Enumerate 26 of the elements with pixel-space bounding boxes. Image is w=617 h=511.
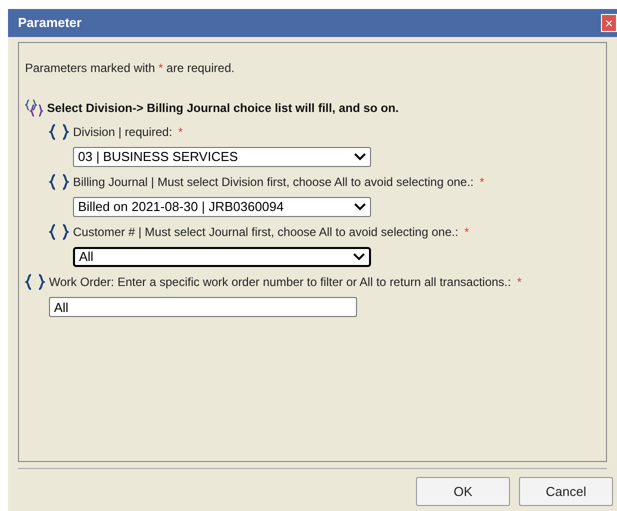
- dropdown[interactable]: 03 | BUSINESS SERVICES: [73, 147, 371, 167]
- dropdown[interactable]: Billed on 2021-08-30 | JRB0360094: [73, 197, 371, 217]
- braces-icon: [25, 274, 45, 290]
- dialog-button[interactable]: OK: [416, 477, 510, 506]
- required-mark: *: [178, 124, 183, 141]
- window-title: Parameter: [18, 14, 82, 32]
- chevron-down-icon: [353, 253, 365, 261]
- group-heading: Select Division-> Billing Journal choice list will fill, and so on.: [47, 100, 399, 117]
- chevron-down-icon: [354, 153, 366, 161]
- braces-icon: [49, 224, 69, 240]
- chevron-down-icon: [354, 203, 366, 211]
- required-mark: *: [480, 174, 484, 191]
- parameter-label: Division | required:: [73, 124, 172, 141]
- dropdown[interactable]: All: [73, 247, 371, 267]
- braces-icon: [49, 124, 69, 140]
- parameter-label: Work Order: Enter a specific work order number to filter or All to return all transactions.:: [49, 274, 511, 291]
- parameter-label: Customer # | Must select Journal first, choose All to avoid selecting one.:: [73, 224, 458, 241]
- dialog-button[interactable]: Cancel: [519, 477, 613, 506]
- required-note: Parameters marked with * are required.: [25, 60, 236, 77]
- input-field[interactable]: All: [49, 297, 357, 317]
- required-mark: *: [464, 224, 469, 241]
- required-mark: *: [516, 274, 522, 291]
- braces-icon: [49, 174, 69, 190]
- close-button[interactable]: ×: [601, 14, 617, 32]
- parameter-label: Billing Journal | Must select Division first, choose All to avoid selecting one.:: [73, 174, 474, 191]
- braces-icon: [25, 99, 43, 117]
